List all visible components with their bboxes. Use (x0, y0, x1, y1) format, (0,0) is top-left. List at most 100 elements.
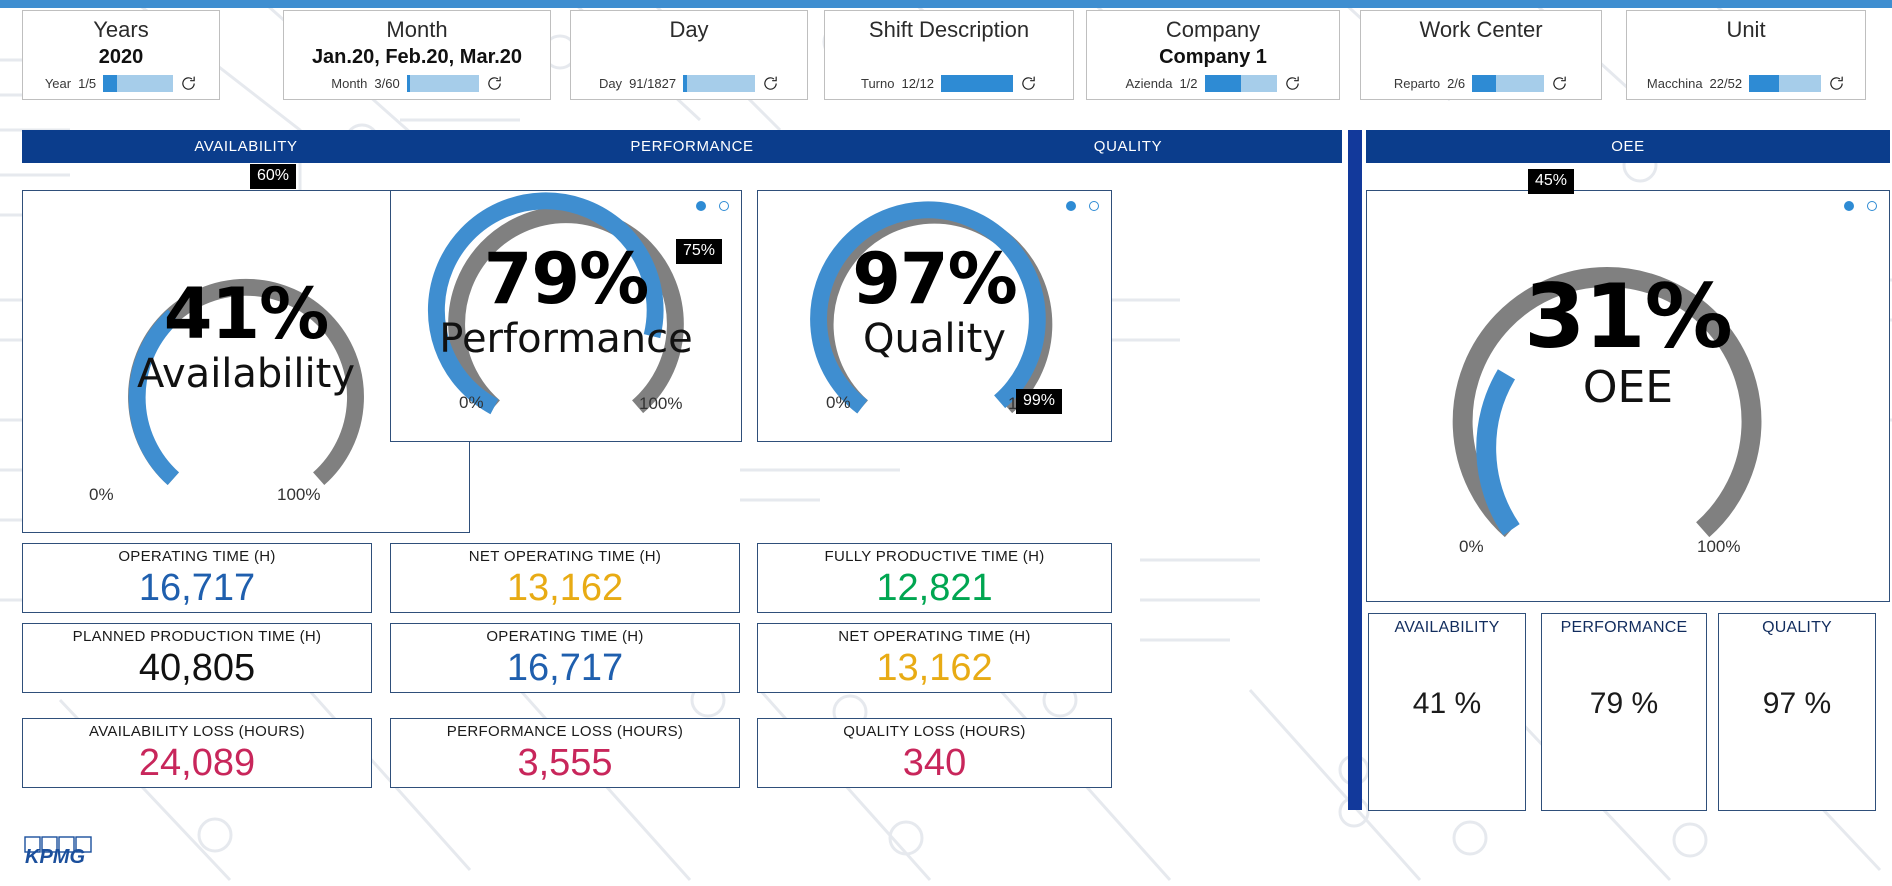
filter-progress[interactable] (1472, 75, 1544, 92)
reset-icon[interactable] (762, 75, 779, 92)
kpi-title: FULLY PRODUCTIVE TIME (H) (824, 548, 1044, 565)
kpi-card-operating-time[interactable]: OPERATING TIME (H) 16,717 (390, 623, 740, 693)
filter-count: 3/60 (374, 76, 399, 91)
gauge-panel-performance[interactable]: 79% Performance 0% 100% 75% (390, 190, 742, 442)
kpi-card-planned-production-time[interactable]: PLANNED PRODUCTION TIME (H) 40,805 (22, 623, 372, 693)
filter-card-work-center[interactable]: Work Center Reparto 2/6 (1360, 10, 1602, 100)
filter-progress[interactable] (407, 75, 479, 92)
filter-count: 22/52 (1710, 76, 1743, 91)
filter-progress[interactable] (1749, 75, 1821, 92)
filter-count: 12/12 (901, 76, 934, 91)
reset-icon[interactable] (1551, 75, 1568, 92)
filter-card-years[interactable]: Years 2020 Year 1/5 (22, 10, 220, 100)
filter-card-unit[interactable]: Unit Macchina 22/52 (1626, 10, 1866, 100)
filter-value: Company 1 (1159, 44, 1267, 70)
filter-title: Work Center (1419, 17, 1542, 43)
kpi-value: 40,805 (139, 647, 255, 689)
kpi-value: 13,162 (876, 647, 992, 689)
oee-subcard-availability[interactable]: AVAILABILITY 41 % (1368, 613, 1526, 811)
gauge-target-badge: 45% (1528, 169, 1574, 194)
kpi-value: 13,162 (507, 567, 623, 609)
gauge-label: OEE (1367, 365, 1889, 411)
gauge-target-badge: 75% (676, 239, 722, 264)
kpi-title: PERFORMANCE LOSS (HOURS) (447, 723, 683, 740)
kpi-card-availability-loss[interactable]: AVAILABILITY LOSS (HOURS) 24,089 (22, 718, 372, 788)
reset-icon[interactable] (1020, 75, 1037, 92)
subcard-value: 97 % (1763, 687, 1831, 721)
kpi-title: NET OPERATING TIME (H) (838, 628, 1030, 645)
kpi-card-net-operating-time[interactable]: NET OPERATING TIME (H) 13,162 (757, 623, 1112, 693)
kpi-title: QUALITY LOSS (HOURS) (843, 723, 1025, 740)
subcard-value: 79 % (1590, 687, 1658, 721)
filter-title: Month (386, 17, 447, 43)
kpi-title: PLANNED PRODUCTION TIME (H) (73, 628, 322, 645)
filter-value: Jan.20, Feb.20, Mar.20 (312, 44, 522, 70)
column-header-performance: PERFORMANCE (468, 130, 916, 163)
gauge-value: 97% (758, 244, 1111, 314)
kpi-card-performance-loss[interactable]: PERFORMANCE LOSS (HOURS) 3,555 (390, 718, 740, 788)
filter-count: 1/2 (1179, 76, 1197, 91)
kpmg-wordmark: KPMG (25, 846, 85, 868)
kpi-value: 3,555 (517, 742, 612, 784)
filter-progress[interactable] (941, 75, 1013, 92)
filter-field-label: Azienda (1125, 76, 1172, 91)
gauge-panel-oee[interactable]: 31% OEE 0% 100% 45% (1366, 190, 1890, 602)
filter-progress[interactable] (1205, 75, 1277, 92)
reset-icon[interactable] (1284, 75, 1301, 92)
filter-count: 2/6 (1447, 76, 1465, 91)
gauge-min-label: 0% (459, 393, 484, 413)
gauge-value: 31% (1367, 273, 1889, 361)
filter-field-label: Day (599, 76, 622, 91)
filter-field-label: Reparto (1394, 76, 1440, 91)
top-accent-bar (0, 0, 1892, 8)
filter-field-label: Turno (861, 76, 894, 91)
column-header-oee: OEE (1366, 130, 1890, 163)
filter-title: Unit (1726, 17, 1765, 43)
kpi-value: 16,717 (507, 647, 623, 689)
subcard-title: PERFORMANCE (1561, 619, 1688, 637)
filter-card-company[interactable]: Company Company 1 Azienda 1/2 (1086, 10, 1340, 100)
filter-progress[interactable] (683, 75, 755, 92)
reset-icon[interactable] (1828, 75, 1845, 92)
oee-subcard-performance[interactable]: PERFORMANCE 79 % (1541, 613, 1707, 811)
filter-title: Company (1166, 17, 1260, 43)
filter-title: Years (93, 17, 148, 43)
gauge-max-label: 100% (277, 485, 320, 505)
gauge-label: Performance (391, 318, 741, 360)
filter-field-label: Macchina (1647, 76, 1703, 91)
filter-title: Shift Description (869, 17, 1029, 43)
kpi-card-operating-time[interactable]: OPERATING TIME (H) 16,717 (22, 543, 372, 613)
gauge-center-oee: 31% OEE (1367, 273, 1889, 411)
kpi-title: OPERATING TIME (H) (118, 548, 275, 565)
filter-progress[interactable] (103, 75, 173, 92)
filter-count: 91/1827 (629, 76, 676, 91)
kpi-title: OPERATING TIME (H) (486, 628, 643, 645)
kpi-card-net-operating-time[interactable]: NET OPERATING TIME (H) 13,162 (390, 543, 740, 613)
reset-icon[interactable] (180, 75, 197, 92)
filter-value: 2020 (99, 44, 144, 70)
gauge-min-label: 0% (826, 393, 851, 413)
gauge-panel-quality[interactable]: 97% Quality 0% 100% 99% (757, 190, 1112, 442)
filter-card-month[interactable]: Month Jan.20, Feb.20, Mar.20 Month 3/60 (283, 10, 551, 100)
gauge-max-label: 100% (639, 394, 682, 414)
reset-icon[interactable] (486, 75, 503, 92)
subcard-title: QUALITY (1762, 619, 1832, 637)
oee-subcard-quality[interactable]: QUALITY 97 % (1718, 613, 1876, 811)
kpi-title: AVAILABILITY LOSS (HOURS) (89, 723, 305, 740)
gauge-label: Quality (758, 318, 1111, 360)
kpmg-logo: KPMG (24, 836, 94, 873)
kpi-value: 24,089 (139, 742, 255, 784)
kpi-title: NET OPERATING TIME (H) (469, 548, 661, 565)
gauge-min-label: 0% (1459, 537, 1484, 557)
kpi-value: 340 (903, 742, 966, 784)
kpi-card-quality-loss[interactable]: QUALITY LOSS (HOURS) 340 (757, 718, 1112, 788)
filter-card-day[interactable]: Day Day 91/1827 (570, 10, 808, 100)
filter-card-shift-description[interactable]: Shift Description Turno 12/12 (824, 10, 1074, 100)
gauge-min-label: 0% (89, 485, 114, 505)
gauge-max-label: 100% (1697, 537, 1740, 557)
gauge-target-badge: 60% (250, 164, 296, 189)
kpi-card-fully-productive-time[interactable]: FULLY PRODUCTIVE TIME (H) 12,821 (757, 543, 1112, 613)
kpi-value: 12,821 (876, 567, 992, 609)
filter-bar: Years 2020 Year 1/5 Month Jan.20, Feb.20… (0, 10, 1892, 104)
column-divider (1348, 130, 1362, 810)
